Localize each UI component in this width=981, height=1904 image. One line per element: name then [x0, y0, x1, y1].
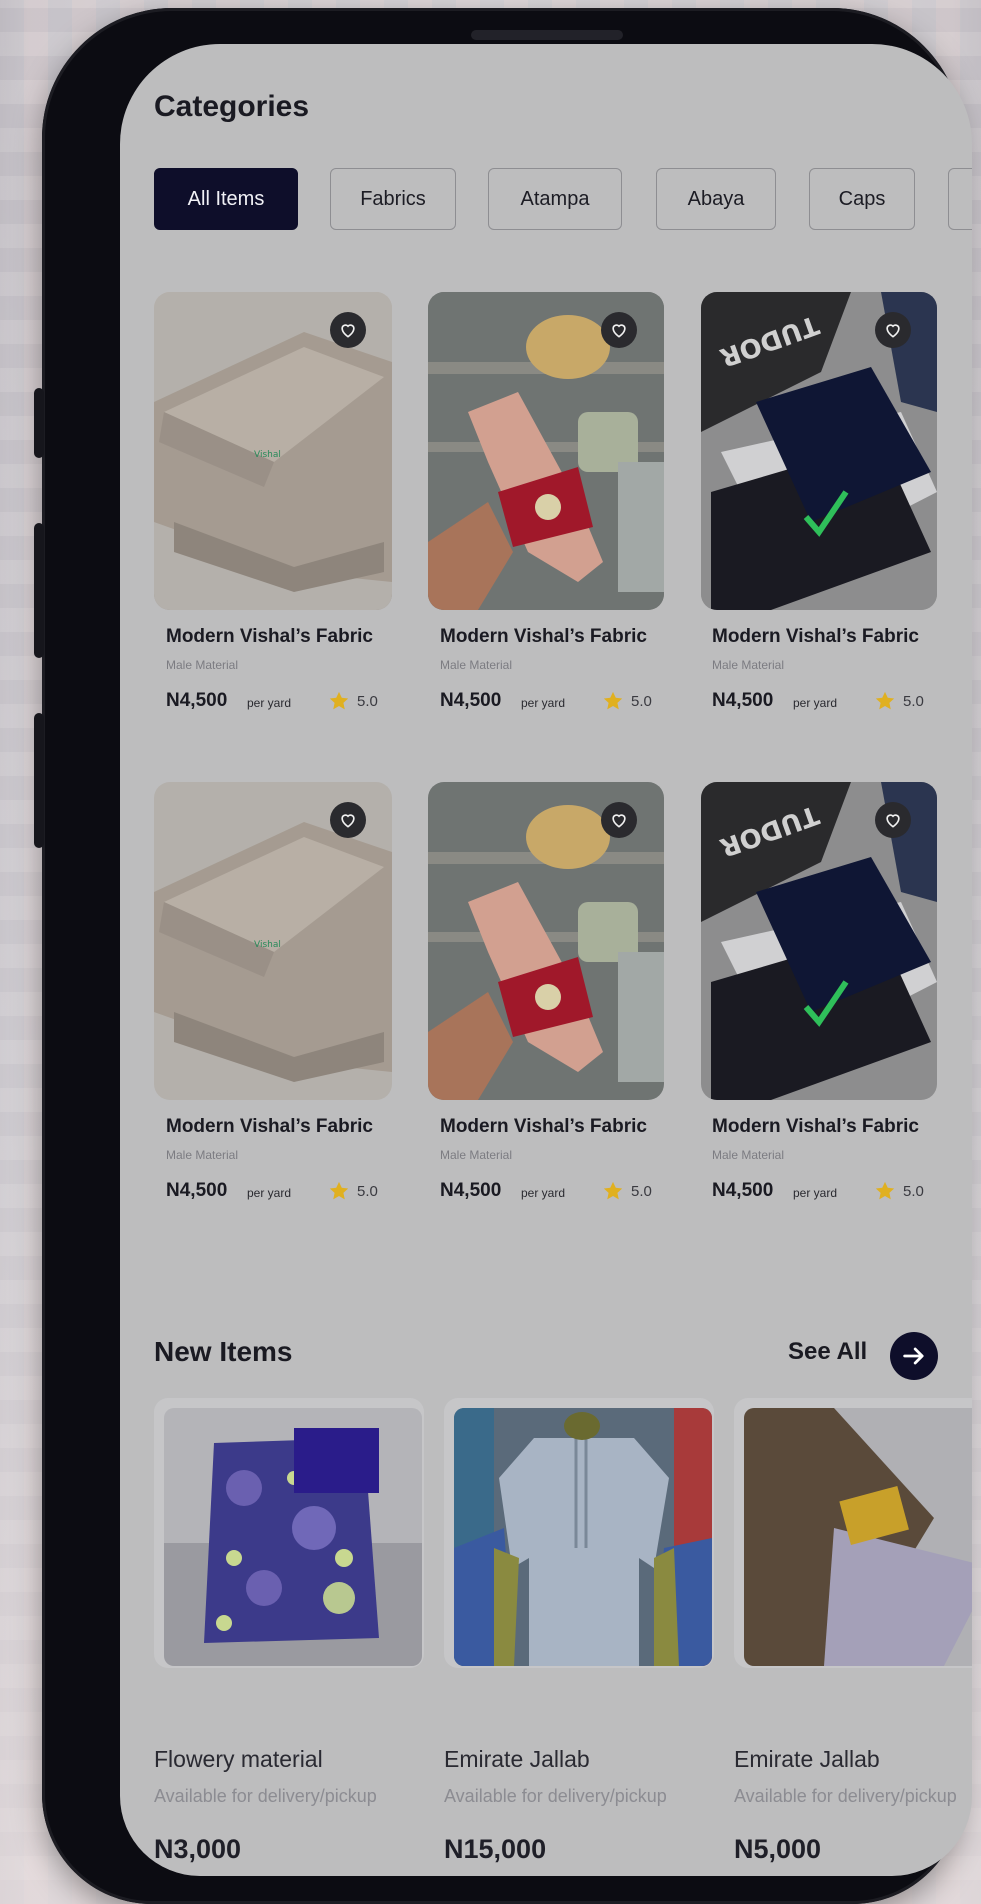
phone-frame: Categories All Items Fabrics Atampa Abay… [34, 8, 972, 1904]
svg-text:Vishal: Vishal [254, 450, 281, 460]
product-image-silk-fabric[interactable]: Vishal [154, 782, 392, 1100]
product-price: N4,500 [166, 1180, 228, 1201]
product-subtitle: Male Material [712, 658, 785, 672]
new-item-subtitle: Available for delivery/pickup [734, 1786, 957, 1806]
product-rating: 5.0 [357, 693, 378, 710]
new-item-image-flower-print [164, 1408, 422, 1666]
product-rating: 5.0 [631, 693, 652, 710]
new-item-price: N5,000 [734, 1834, 822, 1864]
product-price: N4,500 [440, 690, 502, 711]
mute-switch [34, 388, 44, 458]
new-item-image-brown-fabric [744, 1408, 972, 1666]
product-unit: per yard [521, 1186, 566, 1200]
new-item-price: N15,000 [444, 1834, 547, 1864]
product-unit: per yard [793, 696, 838, 710]
product-name: Modern Vishal’s Fabric [712, 626, 919, 647]
chip-caps[interactable]: Caps [809, 168, 915, 230]
volume-down-button [34, 713, 44, 848]
product-price: N4,500 [712, 690, 774, 711]
product-price: N4,500 [712, 1180, 774, 1201]
product-subtitle: Male Material [440, 1148, 513, 1162]
app-screen: Categories All Items Fabrics Atampa Abay… [120, 44, 972, 1876]
new-item-card[interactable] [154, 1398, 424, 1668]
favorite-heart-icon[interactable] [875, 312, 911, 348]
star-icon [875, 1181, 895, 1200]
product-subtitle: Male Material [166, 1148, 239, 1162]
svg-text:Vishal: Vishal [254, 940, 281, 950]
speaker-grill [471, 30, 623, 40]
product-subtitle: Male Material [440, 658, 513, 672]
product-name: Modern Vishal’s Fabric [440, 1116, 647, 1137]
product-name: Modern Vishal’s Fabric [166, 1116, 373, 1137]
product-name: Modern Vishal’s Fabric [712, 1116, 919, 1137]
product-image-navy-fabric[interactable]: TUDOR [701, 782, 937, 1100]
product-subtitle: Male Material [166, 658, 239, 672]
product-unit: per yard [793, 1186, 838, 1200]
product-rating: 5.0 [631, 1183, 652, 1200]
new-item-price: N3,000 [154, 1834, 242, 1864]
see-all-link[interactable]: See All [788, 1338, 867, 1366]
star-icon [603, 1181, 623, 1200]
favorite-heart-icon[interactable] [601, 802, 637, 838]
new-item-name: Emirate Jallab [734, 1746, 880, 1772]
new-items-title: New Items [154, 1336, 293, 1367]
chip-partial[interactable] [948, 168, 972, 230]
product-rating: 5.0 [903, 1183, 924, 1200]
favorite-heart-icon[interactable] [601, 312, 637, 348]
chip-atampa[interactable]: Atampa [488, 168, 622, 230]
star-icon [603, 691, 623, 710]
favorite-heart-icon[interactable] [330, 802, 366, 838]
chip-fabrics[interactable]: Fabrics [330, 168, 456, 230]
new-item-image-jallab [454, 1408, 712, 1666]
product-image-sandal[interactable] [428, 782, 664, 1100]
star-icon [875, 691, 895, 710]
star-icon [329, 691, 349, 710]
new-item-name: Flowery material [154, 1746, 323, 1772]
star-icon [329, 1181, 349, 1200]
product-unit: per yard [521, 696, 566, 710]
product-image-silk-fabric[interactable]: Vishal [154, 292, 392, 610]
chip-all-items[interactable]: All Items [154, 168, 298, 230]
new-item-card[interactable] [444, 1398, 714, 1668]
new-item-subtitle: Available for delivery/pickup [154, 1786, 377, 1806]
product-name: Modern Vishal’s Fabric [166, 626, 373, 647]
product-name: Modern Vishal’s Fabric [440, 626, 647, 647]
product-image-navy-fabric[interactable]: TUDOR [701, 292, 937, 610]
volume-up-button [34, 523, 44, 658]
product-price: N4,500 [166, 690, 228, 711]
chip-abaya[interactable]: Abaya [656, 168, 776, 230]
product-rating: 5.0 [903, 693, 924, 710]
favorite-heart-icon[interactable] [330, 312, 366, 348]
product-price: N4,500 [440, 1180, 502, 1201]
favorite-heart-icon[interactable] [875, 802, 911, 838]
new-item-card[interactable] [734, 1398, 972, 1668]
product-unit: per yard [247, 1186, 292, 1200]
new-item-name: Emirate Jallab [444, 1746, 590, 1772]
product-unit: per yard [247, 696, 292, 710]
product-rating: 5.0 [357, 1183, 378, 1200]
arrow-right-icon[interactable] [890, 1332, 938, 1380]
new-item-subtitle: Available for delivery/pickup [444, 1786, 667, 1806]
categories-title: Categories [154, 90, 310, 123]
product-image-sandal[interactable] [428, 292, 664, 610]
product-subtitle: Male Material [712, 1148, 785, 1162]
